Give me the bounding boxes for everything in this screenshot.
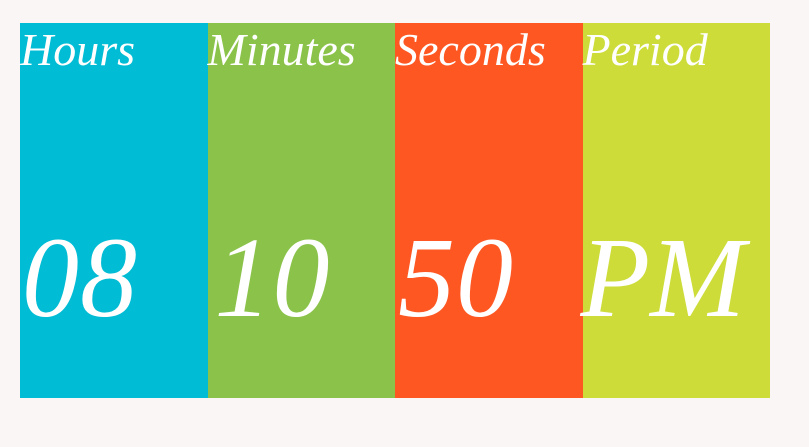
period-value: PM — [580, 214, 746, 341]
period-panel: Period PM — [580, 23, 770, 398]
seconds-label: Seconds — [395, 24, 546, 75]
seconds-panel: Seconds 50 — [395, 23, 583, 398]
digital-clock: Hours 08 Minutes 10 Seconds 50 Period PM — [20, 23, 770, 398]
minutes-panel: Minutes 10 — [207, 23, 395, 398]
period-label: Period — [582, 24, 708, 75]
hours-panel: Hours 08 — [20, 23, 208, 398]
minutes-value: 10 — [214, 214, 331, 341]
hours-value: 08 — [22, 214, 138, 341]
minutes-label: Minutes — [207, 24, 356, 75]
seconds-value: 50 — [398, 214, 514, 341]
hours-label: Hours — [20, 24, 136, 75]
